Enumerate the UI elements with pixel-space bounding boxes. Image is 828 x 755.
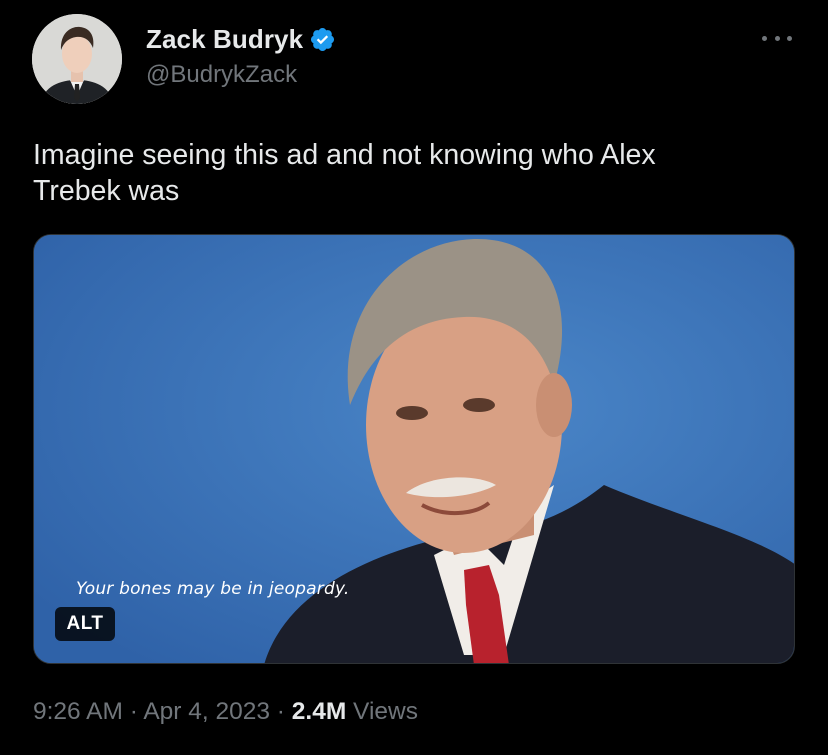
more-options-icon[interactable] — [762, 32, 792, 44]
author-name-row: Zack Budryk — [146, 24, 336, 54]
tweet-media[interactable]: Your bones may be in jeopardy. ALT — [33, 234, 795, 664]
meta-separator: · — [122, 698, 144, 725]
tweet-date[interactable]: Apr 4, 2023 — [143, 698, 270, 725]
avatar[interactable] — [32, 14, 122, 104]
meta-separator: · — [270, 698, 292, 725]
alt-badge-button[interactable]: ALT — [55, 607, 115, 641]
author-info: Zack Budryk @BudrykZack — [146, 24, 336, 89]
views-label: Views — [346, 698, 418, 725]
media-image — [34, 235, 794, 663]
dot — [787, 35, 792, 41]
ad-caption: Your bones may be in jeopardy. — [76, 579, 350, 599]
verified-badge-icon[interactable] — [309, 26, 336, 53]
dot — [762, 35, 767, 41]
avatar-image — [32, 14, 122, 104]
tweet-header: Zack Budryk @BudrykZack — [30, 14, 798, 106]
tweet-time[interactable]: 9:26 AM — [33, 698, 123, 725]
author-handle[interactable]: @BudrykZack — [146, 61, 336, 89]
tweet-text: Imagine seeing this ad and not knowing w… — [33, 139, 656, 207]
dot — [774, 35, 780, 41]
author-display-name[interactable]: Zack Budryk — [146, 24, 303, 55]
views-count[interactable]: 2.4M — [292, 698, 346, 725]
tweet-meta: 9:26 AM · Apr 4, 2023 · 2.4M Views — [33, 698, 418, 726]
